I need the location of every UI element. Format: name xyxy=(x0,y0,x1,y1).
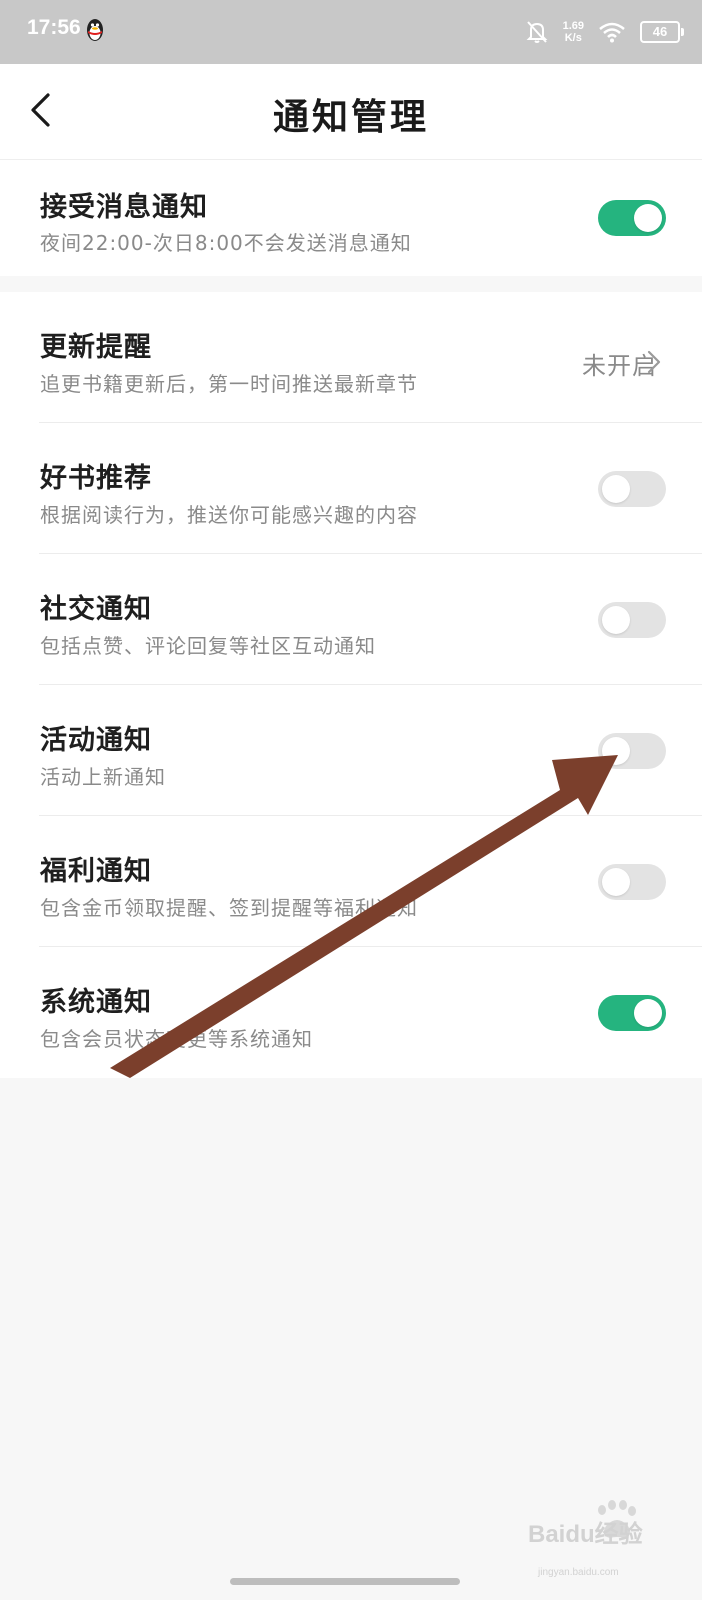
row-title: 活动通知 xyxy=(40,725,152,756)
status-right-group: 1.69 K/s 46 xyxy=(525,14,684,50)
social-notification-row[interactable]: 社交通知 包括点赞、评论回复等社区互动通知 xyxy=(0,554,702,685)
book-recommend-row[interactable]: 好书推荐 根据阅读行为，推送你可能感兴趣的内容 xyxy=(0,423,702,554)
status-bar: 17:56 1.69 K/s 46 xyxy=(0,0,702,64)
toggle-knob xyxy=(602,475,630,503)
book-recommend-toggle[interactable] xyxy=(598,471,666,507)
receive-notifications-toggle[interactable] xyxy=(598,200,666,236)
battery-icon: 46 xyxy=(640,21,684,43)
notification-categories: 更新提醒 追更书籍更新后，第一时间推送最新章节 未开启 好书推荐 根据阅读行为，… xyxy=(0,292,702,1078)
row-subtitle: 夜间22:00-次日8:00不会发送消息通知 xyxy=(40,231,412,255)
qq-icon xyxy=(87,19,103,41)
toggle-knob xyxy=(602,737,630,765)
row-title: 更新提醒 xyxy=(40,332,152,363)
network-speed-value: 1.69 xyxy=(562,20,584,32)
network-speed-unit: K/s xyxy=(564,32,582,44)
row-subtitle: 活动上新通知 xyxy=(40,765,166,789)
activity-notification-toggle[interactable] xyxy=(598,733,666,769)
watermark-url: jingyan.baidu.com xyxy=(538,1567,619,1578)
row-title: 系统通知 xyxy=(40,987,152,1018)
chevron-right-stroke xyxy=(647,350,661,374)
activity-notification-row[interactable]: 活动通知 活动上新通知 xyxy=(0,685,702,816)
page-title: 通知管理 xyxy=(272,97,429,138)
row-subtitle: 包含会员状态变更等系统通知 xyxy=(40,1027,313,1051)
row-subtitle: 根据阅读行为，推送你可能感兴趣的内容 xyxy=(40,503,418,527)
update-reminder-row[interactable]: 更新提醒 追更书籍更新后，第一时间推送最新章节 未开启 xyxy=(0,292,702,423)
social-notification-toggle[interactable] xyxy=(598,602,666,638)
row-title: 福利通知 xyxy=(40,856,152,887)
welfare-notification-toggle[interactable] xyxy=(598,864,666,900)
row-subtitle: 追更书籍更新后，第一时间推送最新章节 xyxy=(40,372,418,396)
row-title: 好书推荐 xyxy=(40,463,152,494)
watermark-text: Baidu经验 xyxy=(528,1520,643,1548)
system-notification-toggle[interactable] xyxy=(598,995,666,1031)
toggle-knob xyxy=(634,204,662,232)
home-indicator[interactable] xyxy=(230,1578,460,1585)
app-header: 通知管理 xyxy=(0,64,702,160)
system-notification-row[interactable]: 系统通知 包含会员状态变更等系统通知 xyxy=(0,947,702,1078)
receive-notifications-row[interactable]: 接受消息通知 夜间22:00-次日8:00不会发送消息通知 xyxy=(0,160,702,276)
chevron-right-icon xyxy=(647,350,661,374)
welfare-notification-row[interactable]: 福利通知 包含金币领取提醒、签到提醒等福利通知 xyxy=(0,816,702,947)
baidu-watermark-logo: Baidu经验 xyxy=(528,1500,643,1548)
row-title: 社交通知 xyxy=(40,594,152,625)
row-subtitle: 包含金币领取提醒、签到提醒等福利通知 xyxy=(40,896,418,920)
status-time: 17:56 xyxy=(27,16,81,39)
toggle-knob xyxy=(602,606,630,634)
wifi-icon xyxy=(599,22,625,43)
main-notification-group: 接受消息通知 夜间22:00-次日8:00不会发送消息通知 xyxy=(0,160,702,276)
network-speed: 1.69 K/s xyxy=(563,20,584,44)
row-subtitle: 包括点赞、评论回复等社区互动通知 xyxy=(40,634,376,658)
row-title: 接受消息通知 xyxy=(40,192,208,223)
toggle-knob xyxy=(634,999,662,1027)
mute-bell-icon xyxy=(526,21,547,43)
toggle-knob xyxy=(602,868,630,896)
